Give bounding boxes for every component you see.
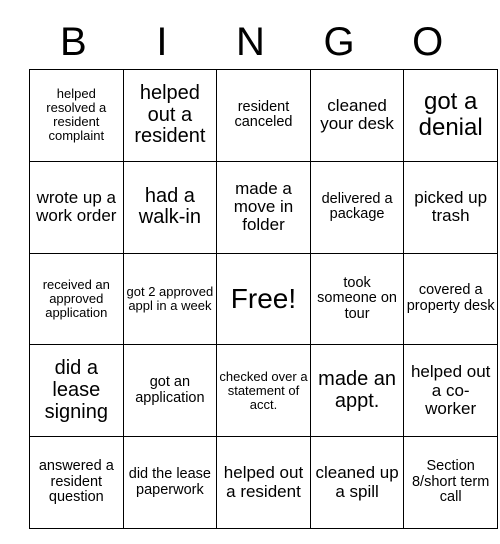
header-letter-g: G (323, 20, 355, 64)
bingo-cell[interactable]: cleaned your desk (309, 69, 405, 162)
bingo-row: wrote up a work order had a walk-in made… (29, 160, 498, 254)
bingo-grid: helped resolved a resident complaint hel… (29, 69, 498, 529)
bingo-cell[interactable]: got an application (122, 344, 218, 438)
bingo-cell[interactable]: had a walk-in (122, 160, 218, 254)
bingo-cell-free[interactable]: Free! (216, 252, 311, 346)
bingo-cell[interactable]: answered a resident question (29, 436, 124, 529)
bingo-cell[interactable]: Section 8/short term call (403, 436, 498, 529)
header-letter-b: B (59, 20, 87, 64)
bingo-cell[interactable]: covered a property desk (403, 252, 498, 346)
bingo-cell[interactable]: made an appt. (309, 344, 405, 438)
bingo-cell[interactable]: checked over a statement of acct. (216, 344, 311, 438)
bingo-cell[interactable]: did the lease paperwork (122, 436, 218, 529)
header-letter-i: I (156, 20, 168, 64)
bingo-cell[interactable]: cleaned up a spill (309, 436, 405, 529)
bingo-cell[interactable]: wrote up a work order (29, 160, 124, 254)
bingo-row: did a lease signing got an application c… (29, 344, 498, 438)
bingo-cell[interactable]: helped out a resident (216, 436, 311, 529)
bingo-cell[interactable]: helped out a resident (122, 69, 218, 162)
bingo-cell[interactable]: did a lease signing (29, 344, 124, 438)
bingo-cell[interactable]: made a move in folder (216, 160, 311, 254)
bingo-row: answered a resident question did the lea… (29, 436, 498, 529)
bingo-cell[interactable]: helped resolved a resident complaint (29, 69, 124, 162)
bingo-cell[interactable]: took someone on tour (309, 252, 405, 346)
header-letter-n: N (236, 20, 265, 64)
bingo-cell[interactable]: got 2 approved appl in a week (122, 252, 218, 346)
bingo-cell[interactable]: delivered a package (309, 160, 405, 254)
bingo-cell[interactable]: resident canceled (216, 69, 311, 162)
bingo-cell[interactable]: picked up trash (403, 160, 498, 254)
bingo-cell[interactable]: helped out a co-worker (403, 344, 498, 438)
header-letter-o: O (412, 20, 444, 64)
bingo-cell[interactable]: received an approved application (29, 252, 124, 346)
bingo-row: received an approved application got 2 a… (29, 252, 498, 346)
bingo-header: B I N G O (29, 0, 472, 69)
bingo-card: B I N G O helped resolved a resident com… (0, 0, 500, 544)
bingo-cell[interactable]: got a denial (403, 69, 498, 162)
bingo-row: helped resolved a resident complaint hel… (29, 69, 498, 162)
